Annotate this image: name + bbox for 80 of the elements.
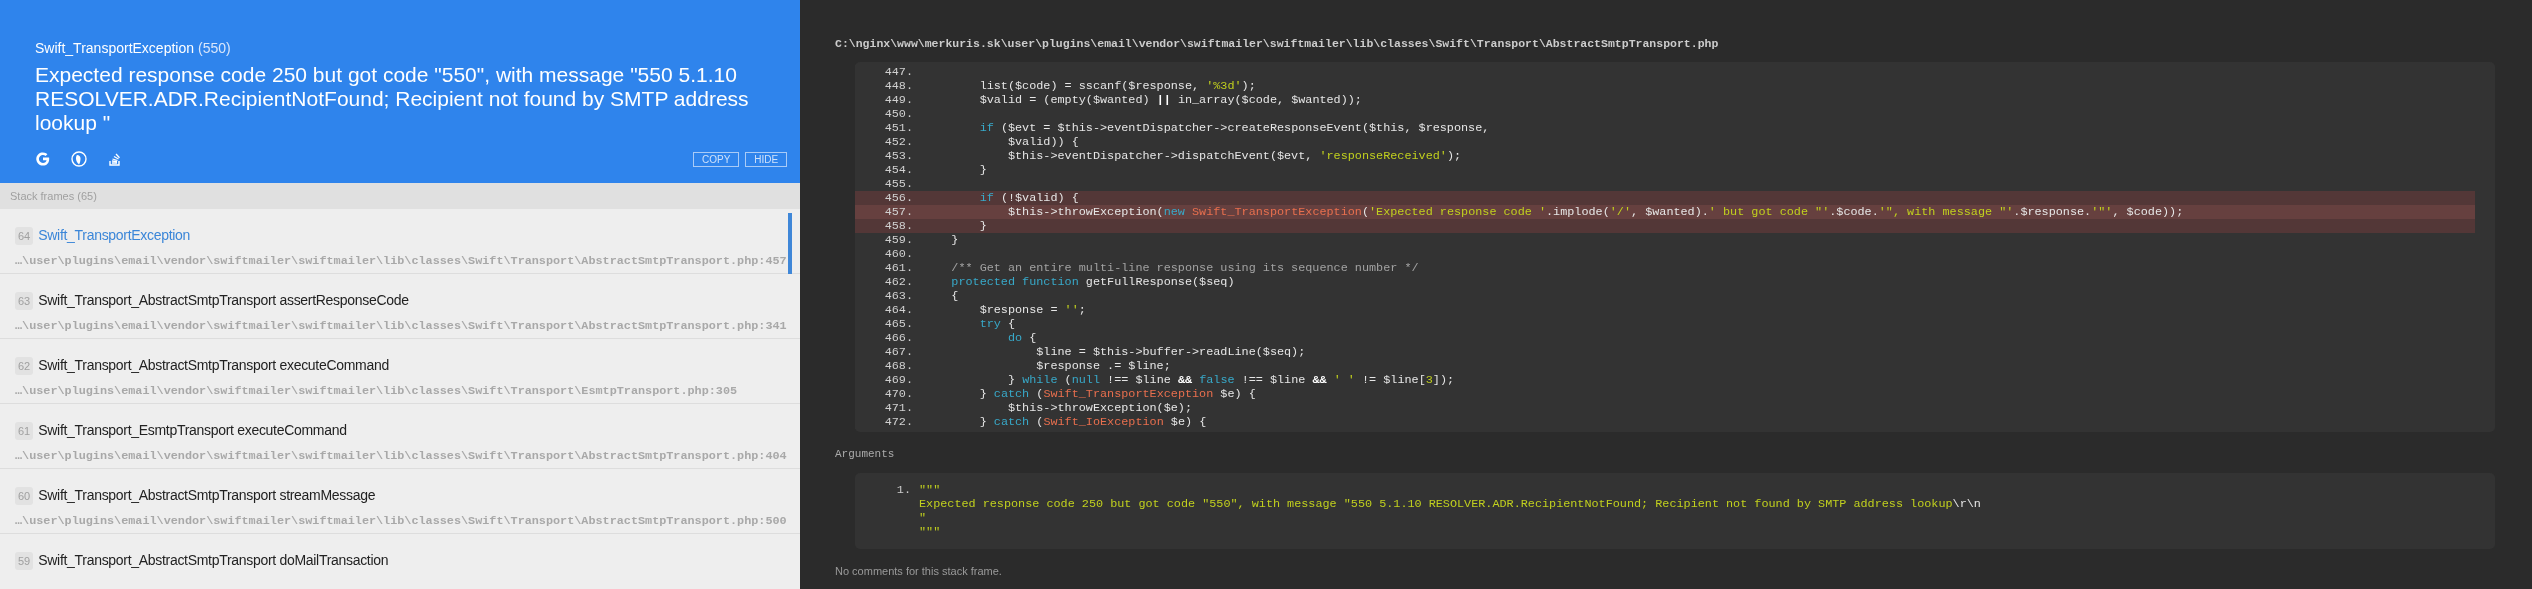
line-number: 461. [883,261,913,276]
code-line: protected function getFullResponse($seq) [950,275,1235,290]
frame-index: 63 [15,291,34,310]
line-number: 459. [883,233,913,248]
line-number: 450. [883,107,913,122]
code-line: if ($evt = $this->eventDispatcher->createResponseEvent($this, $response, [978,121,1490,136]
argument-number: 1. [895,482,911,499]
line-number: 448. [883,79,913,94]
frame-title: Swift_Transport_AbstractSmtpTransport assertResponseCode [38,291,409,310]
frame-title: Swift_Transport_AbstractSmtpTransport doMailTransaction [38,551,389,570]
line-number: 456. [883,191,913,206]
line-number: 451. [883,121,913,136]
line-number: 468. [883,359,913,374]
code-line: if (!$valid) { [978,191,1079,206]
frame-index: 59 [15,551,34,570]
exception-class: Swift_TransportException [35,39,194,58]
argument-line: """ [919,482,942,497]
argument-line: """ [919,524,942,539]
frame-file-path: …\user\plugins\email\vendor\swiftmailer\swiftmailer\lib\classes\Swift\Transport\AbstractSmtpTransport.php:457 [15,253,785,270]
frame-file-path: …\user\plugins\email\vendor\swiftmailer\swiftmailer\lib\classes\Swift\Transport\AbstractSmtpTransport.php:500 [15,513,785,530]
code-line: /** Get an entire multi-line response using its sequence number */ [950,261,1419,276]
line-number: 453. [883,149,913,164]
code-line: $valid = (empty($wanted) || in_array($code, $wanted)); [978,93,1362,108]
code-line: $this->throwException(new Swift_TransportException('Expected response code '.implode('/', $wanted).' but got code "'.$code.'", with message "'.$response.'"', $code)); [1006,205,2184,220]
code-line: $this->throwException($e); [1006,401,1192,416]
code-line: $response .= $line; [1035,359,1171,374]
stack-frames-header: Stack frames (65) [0,183,800,209]
line-number: 455. [883,177,913,192]
comments-note: No comments for this stack frame. [835,563,1003,579]
code-line: try { [978,317,1016,332]
frame-index: 60 [15,486,34,505]
code-line: } catch (Swift_TransportException $e) { [978,387,1256,402]
frame-index: 61 [15,421,34,440]
line-number: 465. [883,317,913,332]
line-number: 467. [883,345,913,360]
code-line: } while (null !== $line && false !== $line && ' ' != $line[3]); [1006,373,1455,388]
stack-icon[interactable] [107,151,123,167]
frame-index: 62 [15,356,34,375]
line-number: 469. [883,373,913,388]
google-icon[interactable] [35,151,51,167]
code-line: } [978,163,987,178]
code-line: $response = ''; [978,303,1086,318]
line-number: 463. [883,289,913,304]
code-line: $line = $this->buffer->readLine($seq); [1035,345,1306,360]
frame-file-path: …\user\plugins\email\vendor\swiftmailer\swiftmailer\lib\classes\Swift\Transport\AbstractSmtpTransport.php:341 [15,318,785,335]
code-line: } catch (Swift_IoException $e) { [978,415,1207,430]
code-line: } [978,219,987,234]
exception-code: (550) [198,39,231,58]
line-number: 471. [883,401,913,416]
line-number: 457. [883,205,913,220]
argument-line: Expected response code 250 but got code "550", with message "550 5.1.10 RESOLVER.ADR.RecipientNotFound; Recipient not found by SMTP address lookup\r\n [919,496,1981,511]
frame-file-path: …\user\plugins\email\vendor\swiftmailer\swiftmailer\lib\classes\Swift\Transport\EsmtpTransport.php:305 [15,383,739,400]
code-line: $this->eventDispatcher->dispatchEvent($evt, 'responseReceived'); [1006,149,1462,164]
code-line: $valid)) { [1006,135,1079,150]
line-number: 447. [883,65,913,80]
line-number: 470. [883,387,913,402]
frame-file-path: …\user\plugins\email\vendor\swiftmailer\swiftmailer\lib\classes\Swift\Transport\AbstractSmtpTransport.php:404 [15,448,785,465]
file-path: C:\nginx\www\merkuris.sk\user\plugins\email\vendor\swiftmailer\swiftmailer\lib\classes\Swift\Transport\AbstractSmtpTransport.php [835,36,1720,52]
line-number: 472. [883,415,913,430]
line-number: 466. [883,331,913,346]
exception-message: Expected response code 250 but got code "550", with message "550 5.1.10 RESOLVER.ADR.RecipientNotFound; Recipient not found by SMTP address lookup " [35,63,750,135]
frame-title: Swift_TransportException [38,226,191,245]
frame-index: 64 [15,226,34,245]
line-number: 458. [883,219,913,234]
line-number: 462. [883,275,913,290]
code-line: { [950,289,959,304]
code-line: } [950,233,959,248]
code-line: list($code) = sscanf($response, '%3d'); [978,79,1256,94]
line-number: 460. [883,247,913,262]
line-number: 464. [883,303,913,318]
frame-title: Swift_Transport_AbstractSmtpTransport streamMessage [38,486,376,505]
line-number: 452. [883,135,913,150]
argument-line: " [919,510,928,525]
code-line: do { [1006,331,1037,346]
frame-title: Swift_Transport_AbstractSmtpTransport executeCommand [38,356,389,375]
line-number: 454. [883,163,913,178]
duck-icon[interactable] [71,151,87,167]
line-number: 449. [883,93,913,108]
frame-title: Swift_Transport_EsmtpTransport executeCommand [38,421,347,440]
arguments-title: Arguments [835,447,896,463]
